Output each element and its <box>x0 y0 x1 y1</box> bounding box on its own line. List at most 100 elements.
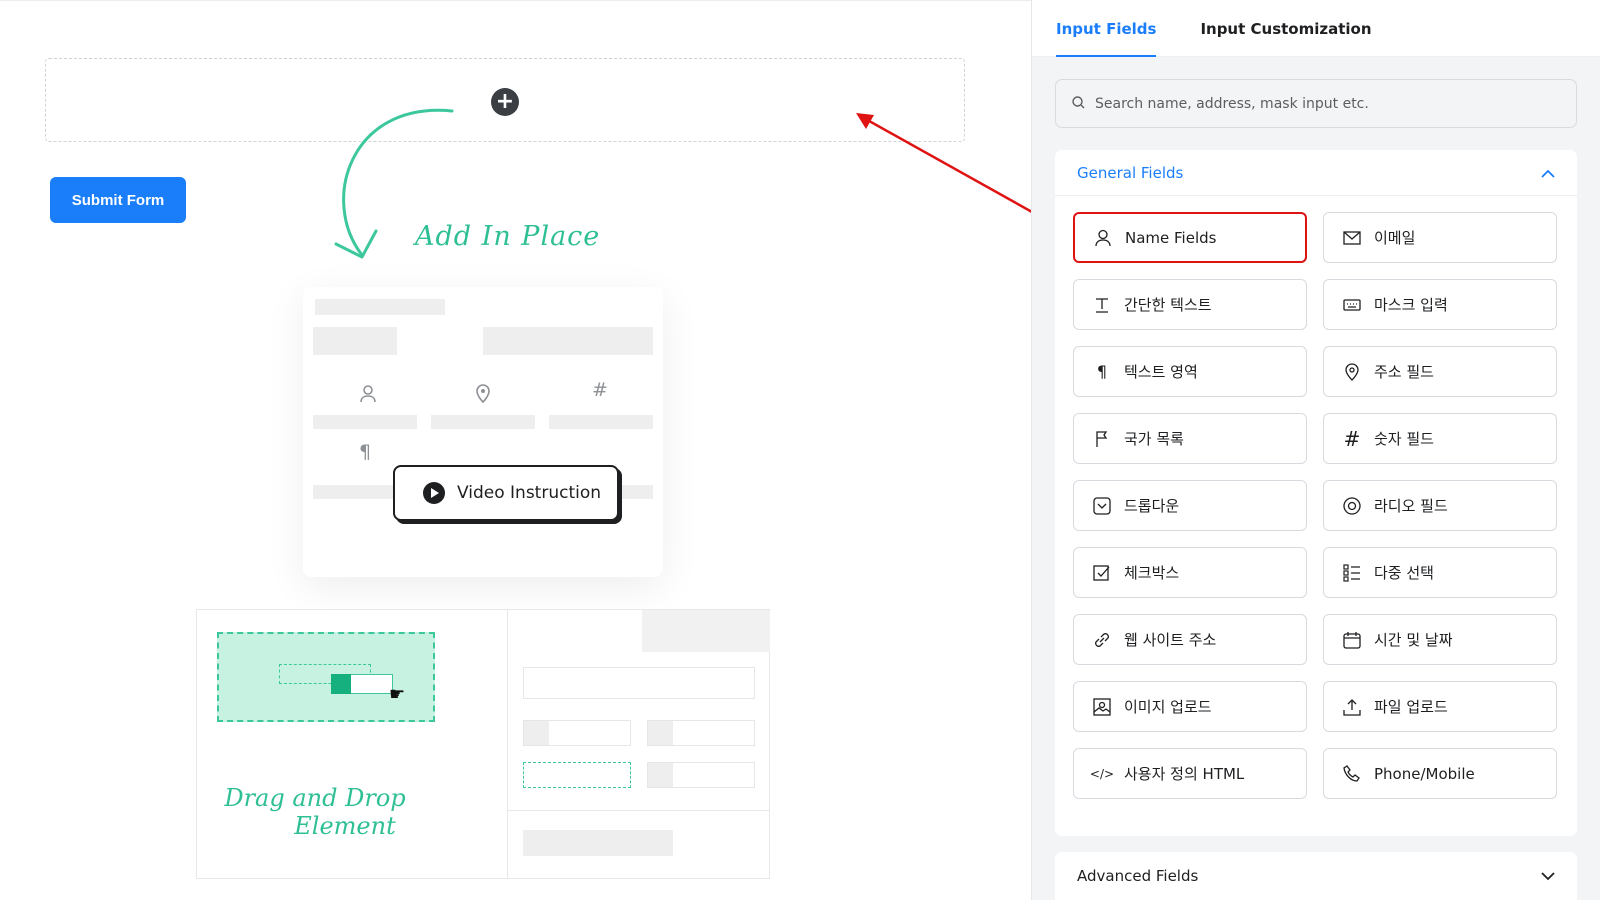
map-pin-icon <box>1342 362 1362 382</box>
tab-input-fields[interactable]: Input Fields <box>1056 0 1157 57</box>
add-in-place-caption: Add In Place <box>415 221 601 252</box>
field-label: 텍스트 영역 <box>1124 363 1198 381</box>
chevron-up-icon <box>1541 164 1555 182</box>
dropdown-icon <box>1092 496 1112 516</box>
field-search[interactable] <box>1055 79 1577 128</box>
field-item[interactable]: 체크박스 <box>1073 547 1307 598</box>
add-field-button[interactable]: + <box>491 88 519 116</box>
chevron-down-icon <box>1541 867 1555 885</box>
cursor-hand-icon: ☛ <box>389 684 406 705</box>
paragraph-icon: ¶ <box>359 441 372 463</box>
preview-bar <box>549 415 653 429</box>
advanced-fields-title: Advanced Fields <box>1077 867 1199 885</box>
link-icon <box>1092 630 1112 650</box>
drag-drop-line2: Element <box>294 812 396 840</box>
field-item[interactable]: 라디오 필드 <box>1323 480 1557 531</box>
field-item[interactable]: ¶ 텍스트 영역 <box>1073 346 1307 397</box>
field-label: 간단한 텍스트 <box>1124 296 1212 314</box>
list-icon <box>1342 563 1362 583</box>
field-item[interactable]: # 숫자 필드 <box>1323 413 1557 464</box>
panel-tabs: Input Fields Input Customization <box>1032 0 1600 57</box>
search-input[interactable] <box>1095 95 1555 112</box>
form-preview-card: # ¶ <box>303 287 663 577</box>
user-icon <box>359 384 377 409</box>
field-item[interactable]: 국가 목록 <box>1073 413 1307 464</box>
drag-drop-caption: Drag and Drop Element <box>220 784 410 840</box>
field-item[interactable]: 간단한 텍스트 <box>1073 279 1307 330</box>
calendar-icon <box>1342 630 1362 650</box>
field-label: 사용자 정의 HTML <box>1124 765 1245 783</box>
text-input-icon <box>1092 295 1112 315</box>
preview-bar <box>315 299 445 315</box>
video-instruction-label: Video Instruction <box>457 483 602 503</box>
field-item[interactable]: 마스크 입력 <box>1323 279 1557 330</box>
field-grid: Name Fields 이메일간단한 텍스트 마스크 입력 ¶ 텍스트 영역 주소 필드국… <box>1073 212 1557 799</box>
upload-icon <box>1342 697 1362 717</box>
preview-bar <box>313 327 397 355</box>
field-item[interactable]: 파일 업로드 <box>1323 681 1557 732</box>
advanced-fields-header[interactable]: Advanced Fields <box>1055 852 1577 900</box>
submit-form-button[interactable]: Submit Form <box>50 177 186 223</box>
phone-icon <box>1342 764 1362 784</box>
field-item[interactable]: Name Fields <box>1073 212 1307 263</box>
advanced-fields-section: Advanced Fields <box>1055 852 1577 900</box>
field-label: 라디오 필드 <box>1374 497 1448 515</box>
divider <box>507 810 769 811</box>
field-item[interactable]: 시간 및 날짜 <box>1323 614 1557 665</box>
field-item[interactable]: </> 사용자 정의 HTML <box>1073 748 1307 799</box>
field-item[interactable]: 주소 필드 <box>1323 346 1557 397</box>
field-item[interactable]: 다중 선택 <box>1323 547 1557 598</box>
field-label: 국가 목록 <box>1124 430 1184 448</box>
envelope-icon <box>1342 228 1362 248</box>
preview-bar <box>483 327 653 355</box>
field-item[interactable]: 이미지 업로드 <box>1073 681 1307 732</box>
field-label: 시간 및 날짜 <box>1374 631 1453 649</box>
drop-target <box>523 762 631 788</box>
field-label: Phone/Mobile <box>1374 764 1475 783</box>
general-fields-title: General Fields <box>1077 163 1184 182</box>
field-label: 체크박스 <box>1124 564 1180 582</box>
field-item[interactable]: 이메일 <box>1323 212 1557 263</box>
field-label: Name Fields <box>1125 228 1217 247</box>
preview-input <box>523 720 631 746</box>
radio-icon <box>1342 496 1362 516</box>
tab-input-customization[interactable]: Input Customization <box>1200 0 1371 57</box>
field-label: 숫자 필드 <box>1374 430 1434 448</box>
video-instruction-button[interactable]: Video Instruction <box>393 465 619 521</box>
form-canvas: + Submit Form Add In Place # ¶ Video Ins… <box>0 0 1031 900</box>
search-icon <box>1072 94 1085 113</box>
checkbox-icon <box>1092 563 1112 583</box>
hash-icon: # <box>1343 426 1361 451</box>
divider <box>507 610 508 878</box>
field-item[interactable]: Phone/Mobile <box>1323 748 1557 799</box>
map-pin-icon <box>475 383 491 408</box>
user-icon <box>1093 228 1113 248</box>
general-fields-header[interactable]: General Fields <box>1055 150 1577 196</box>
code-icon: </> <box>1089 766 1115 781</box>
preview-bar <box>523 830 673 856</box>
preview-input <box>647 762 755 788</box>
drag-drop-line1: Drag and Drop <box>224 784 406 812</box>
field-label: 마스크 입력 <box>1374 296 1448 314</box>
field-label: 다중 선택 <box>1374 564 1434 582</box>
field-label: 드롭다운 <box>1124 497 1180 515</box>
preview-input <box>523 667 755 699</box>
field-label: 이미지 업로드 <box>1124 698 1212 716</box>
field-label: 이메일 <box>1374 229 1416 247</box>
preview-input <box>647 720 755 746</box>
keyboard-icon <box>1342 295 1362 315</box>
field-label: 웹 사이트 주소 <box>1124 631 1217 649</box>
drag-item-handle <box>331 674 351 694</box>
preview-bar <box>431 415 535 429</box>
form-editor: + Submit Form Add In Place # ¶ Video Ins… <box>0 0 1600 900</box>
play-icon <box>423 482 445 504</box>
flag-icon <box>1092 429 1112 449</box>
field-item[interactable]: 웹 사이트 주소 <box>1073 614 1307 665</box>
field-label: 파일 업로드 <box>1374 698 1448 716</box>
preview-bar <box>642 610 770 652</box>
fields-panel: Input Fields Input Customization General… <box>1031 0 1600 900</box>
field-item[interactable]: 드롭다운 <box>1073 480 1307 531</box>
dragged-element: ☛ <box>217 632 435 722</box>
general-fields-section: General Fields Name Fields 이메일간단한 텍스트 마스크 … <box>1055 150 1577 836</box>
paragraph-icon: ¶ <box>1096 362 1108 381</box>
